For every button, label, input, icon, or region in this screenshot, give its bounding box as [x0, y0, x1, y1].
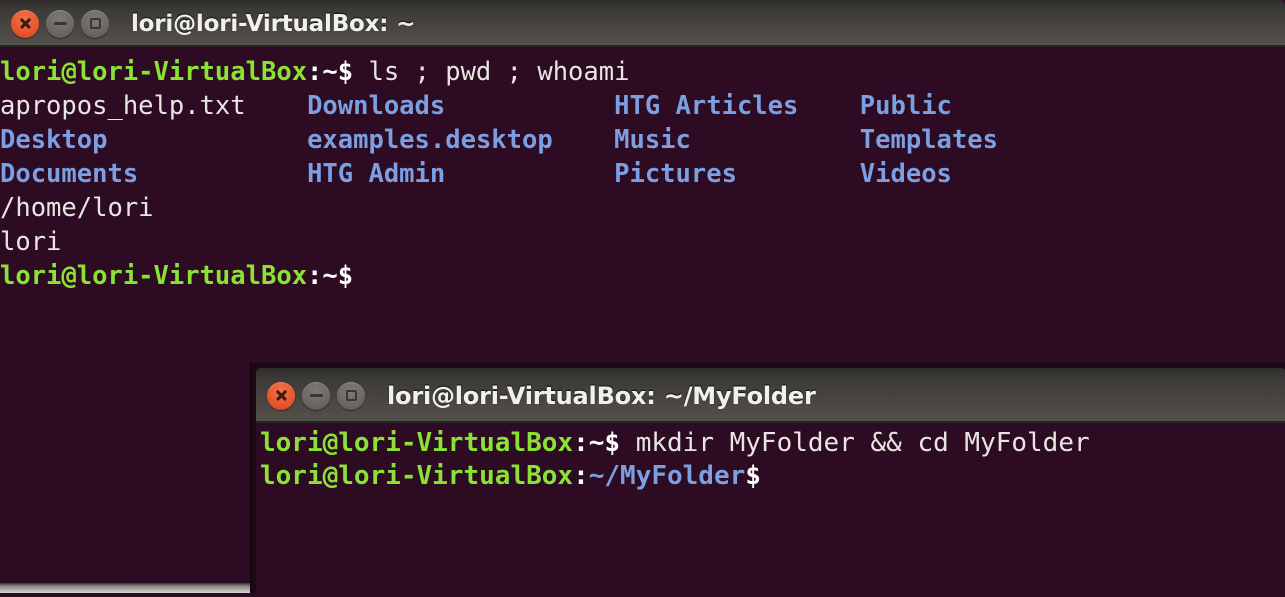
ls-column-gap	[691, 125, 860, 155]
prompt-user-host: lori@lori-VirtualBox	[0, 57, 308, 87]
final-prompt-path: ~/MyFolder	[588, 461, 746, 491]
ls-entry-directory: Downloads	[307, 91, 446, 121]
ls-entry-directory: examples.desktop	[307, 125, 553, 155]
ls-column-gap	[553, 125, 614, 155]
window-title-myfolder: lori@lori-VirtualBox: ~/MyFolder	[387, 381, 816, 410]
terminal-window-myfolder[interactable]: lori@lori-VirtualBox: ~/MyFolder lori@lo…	[250, 363, 1285, 597]
ls-column-gap	[445, 91, 614, 121]
ls-row: apropos_help.txt Downloads HTG Articles …	[0, 89, 1285, 123]
ls-entry-directory: Desktop	[0, 125, 108, 155]
pwd-output: /home/lori	[0, 193, 154, 223]
window-controls-home	[11, 9, 109, 38]
close-icon	[19, 17, 32, 30]
minimize-button[interactable]	[46, 9, 74, 38]
ls-entry-directory: HTG Articles	[614, 91, 799, 121]
close-button[interactable]	[267, 381, 295, 410]
prompt-user-host: lori@lori-VirtualBox	[260, 428, 574, 458]
ls-row: Documents HTG Admin Pictures Videos	[0, 157, 1285, 191]
final-prompt-path: :~$	[307, 261, 354, 291]
terminal-line-command: lori@lori-VirtualBox:~$ mkdir MyFolder &…	[256, 427, 1285, 460]
maximize-button[interactable]	[337, 381, 365, 410]
final-prompt-user-host: lori@lori-VirtualBox	[0, 261, 308, 291]
ls-column-gap	[107, 125, 307, 155]
ls-column-gap	[737, 159, 860, 189]
desktop-bottom-strip	[0, 583, 250, 593]
final-prompt-sigil: $	[745, 461, 761, 491]
minimize-icon	[309, 394, 323, 397]
final-prompt-user-host: lori@lori-VirtualBox	[260, 461, 574, 491]
ls-entry-directory: Public	[859, 91, 952, 121]
ls-column-gap	[246, 91, 307, 121]
terminal-line-final-prompt: lori@lori-VirtualBox:~$	[0, 259, 1285, 293]
minimize-button[interactable]	[302, 381, 330, 410]
maximize-icon	[345, 390, 357, 401]
maximize-button[interactable]	[81, 9, 109, 38]
ls-entry-directory: Documents	[0, 159, 139, 189]
ls-entry-file: apropos_help.txt	[0, 91, 246, 121]
ls-column-gap	[445, 159, 614, 189]
window-controls-myfolder	[267, 381, 365, 410]
close-button[interactable]	[11, 9, 39, 38]
ls-column-gap	[138, 159, 307, 189]
maximize-icon	[89, 18, 101, 29]
minimize-icon	[53, 22, 67, 25]
terminal-output-myfolder[interactable]: lori@lori-VirtualBox:~$ mkdir MyFolder &…	[256, 423, 1285, 597]
command-text: mkdir MyFolder && cd MyFolder	[620, 428, 1090, 458]
ls-entry-directory: HTG Admin	[307, 159, 446, 189]
ls-entry-directory: Templates	[859, 125, 998, 155]
titlebar-window-home[interactable]: lori@lori-VirtualBox: ~	[0, 0, 1285, 47]
terminal-line-final-prompt: lori@lori-VirtualBox:~/MyFolder$	[256, 460, 1285, 493]
window-title-home: lori@lori-VirtualBox: ~	[131, 10, 416, 37]
prompt-path: :~$	[307, 57, 354, 87]
ls-entry-directory: Videos	[859, 159, 952, 189]
whoami-output: lori	[0, 227, 62, 257]
ls-entry-directory: Music	[614, 125, 691, 155]
ls-column-gap	[798, 91, 859, 121]
command-text: ls ; pwd ; whoami	[353, 57, 630, 87]
ls-entry-directory: Pictures	[614, 159, 737, 189]
titlebar-window-myfolder[interactable]: lori@lori-VirtualBox: ~/MyFolder	[256, 368, 1285, 423]
final-prompt-colon: :	[573, 461, 589, 491]
prompt-path: :~$	[573, 428, 621, 458]
close-icon	[275, 389, 288, 402]
terminal-line-command: lori@lori-VirtualBox:~$ ls ; pwd ; whoam…	[0, 55, 1285, 89]
ls-row: Desktop examples.desktop Music Templates	[0, 123, 1285, 157]
